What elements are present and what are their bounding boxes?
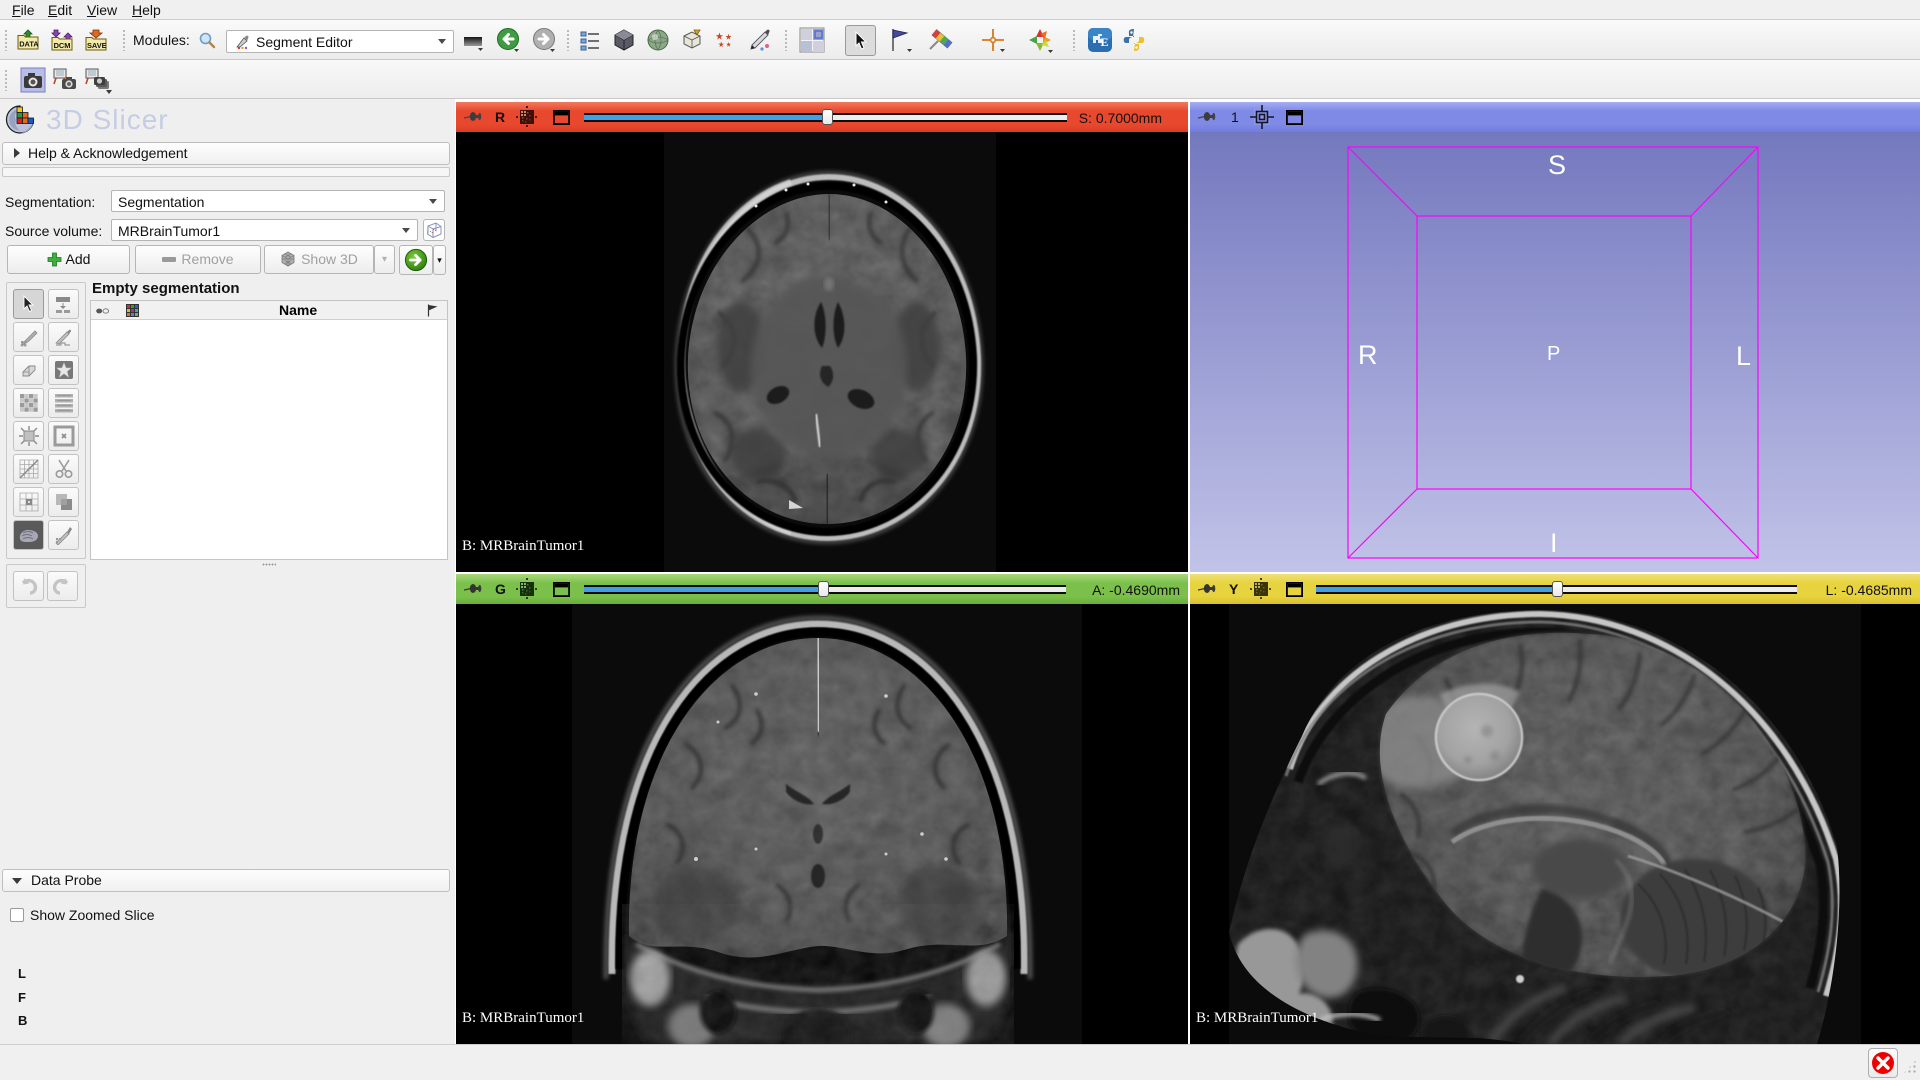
svg-text:SAVE: SAVE [87, 41, 107, 50]
svg-text:S: S [1548, 150, 1566, 180]
svg-text:I: I [1550, 528, 1558, 558]
svg-text:L: L [1736, 341, 1751, 371]
svg-text:DCM: DCM [54, 41, 71, 50]
svg-text:DATA: DATA [19, 40, 39, 49]
svg-text:R: R [1358, 340, 1378, 370]
svg-text:P: P [1547, 343, 1560, 365]
svg-text:E: E [1101, 35, 1109, 49]
